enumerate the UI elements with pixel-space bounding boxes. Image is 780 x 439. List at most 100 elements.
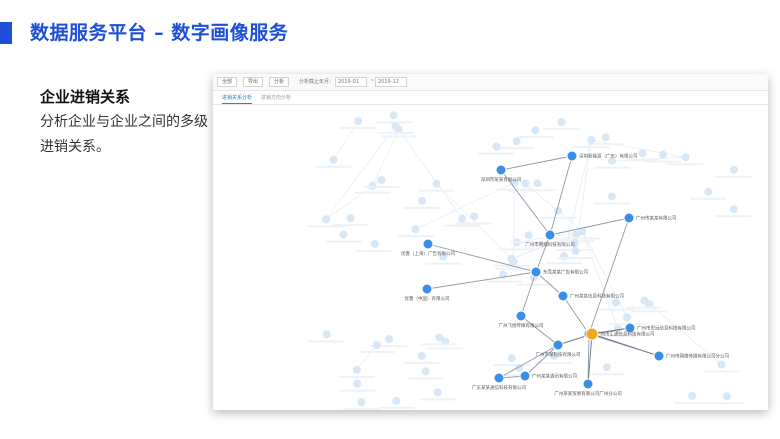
company-node-dot	[623, 212, 635, 224]
background-node	[512, 137, 521, 146]
company-node[interactable]: 广州飞扬传媒有限公司	[499, 310, 544, 329]
relationship-graph[interactable]: 深圳新能源（广东）有限公司 深圳市某某有限公司 广州市某某有限公司 广州市网络科技有限…	[213, 105, 768, 410]
relation-edge	[535, 234, 551, 273]
background-edge	[398, 129, 463, 219]
company-node[interactable]: 广州某某通讯有限公司	[519, 370, 577, 382]
company-node-label: 广东某某通信科技有限公司	[472, 384, 526, 391]
background-node-label	[485, 280, 522, 283]
background-node-label	[339, 389, 376, 392]
feature-description: 分析企业与企业之间的多级进销关系。	[40, 114, 208, 155]
background-node	[554, 206, 563, 215]
analyze-button[interactable]: 分析	[269, 77, 290, 87]
background-node-label	[703, 370, 740, 373]
company-node[interactable]: 深圳市某某有限公司	[481, 164, 522, 183]
background-node	[377, 175, 386, 184]
background-node-label	[498, 147, 535, 150]
background-node-label	[358, 351, 395, 354]
background-node-label	[356, 249, 393, 252]
selected-company-node[interactable]	[585, 327, 599, 341]
export-button[interactable]: 导出	[243, 77, 264, 87]
background-node	[524, 231, 533, 240]
company-node-dot	[552, 339, 564, 351]
tab-direction-analysis[interactable]: 进销方向分析	[261, 94, 291, 103]
background-node-label	[427, 347, 464, 350]
company-node-label: 广州某某贸易有限公司广州分公司	[554, 390, 622, 397]
company-node-label: 广州市汇通信息科技有限公司	[596, 331, 655, 338]
background-node-label	[444, 224, 481, 227]
date-from-input[interactable]: 2019-01	[335, 77, 367, 87]
company-node[interactable]: 广州市某科技有限公司	[536, 339, 581, 358]
background-node	[521, 179, 530, 188]
background-node-label	[340, 127, 377, 130]
background-node-label	[715, 175, 752, 178]
background-node	[658, 150, 667, 159]
background-node	[370, 239, 379, 248]
background-node-label	[543, 127, 580, 130]
background-node-label	[517, 136, 554, 139]
tab-bar: 进销关系分析 进销方向分析	[213, 91, 768, 105]
background-node	[557, 117, 566, 126]
background-node	[587, 136, 596, 145]
company-node-label: 广州市网络科技有限公司	[525, 241, 575, 248]
background-node-label	[325, 240, 362, 243]
background-node	[368, 181, 377, 190]
company-node-dot	[493, 372, 505, 384]
background-node	[411, 225, 420, 234]
date-separator: ~	[370, 78, 375, 84]
company-node-dot	[530, 266, 542, 278]
background-node	[571, 247, 580, 256]
background-node-label	[515, 283, 552, 286]
company-node-dot	[653, 350, 665, 362]
company-node-dot	[515, 310, 527, 322]
company-node[interactable]: 优鲁（上海）广告有限公司	[401, 238, 455, 257]
company-node[interactable]: 广州市网络传媒有限公司分公司	[653, 350, 729, 362]
company-node-label: 广州某某通讯有限公司	[532, 373, 577, 380]
background-node	[357, 398, 366, 407]
background-node-label	[338, 375, 375, 378]
date-to-input[interactable]: 2019-12	[375, 77, 407, 87]
background-node	[432, 179, 441, 188]
background-node-label	[403, 361, 440, 364]
background-node	[417, 351, 426, 360]
background-node-label	[397, 235, 434, 238]
background-node-label	[715, 215, 752, 218]
company-node-label: 广州市思远信息科技有限公司	[637, 325, 696, 332]
company-node-label: 优鲁（中国）有限公司	[405, 295, 450, 302]
background-node	[729, 205, 738, 214]
background-node-label	[498, 248, 535, 251]
background-node	[533, 179, 542, 188]
company-node[interactable]: 广州市某某有限公司	[623, 212, 677, 224]
company-node[interactable]: 东莞某某广告有限公司	[530, 266, 588, 278]
background-node-label	[667, 163, 704, 166]
background-node	[346, 214, 355, 223]
background-node	[559, 252, 568, 261]
background-node	[681, 153, 690, 162]
background-node-label	[545, 262, 582, 265]
background-node	[607, 192, 616, 201]
background-node-label	[407, 377, 444, 380]
background-edge	[436, 183, 512, 260]
background-edge	[356, 344, 378, 371]
background-node	[717, 360, 726, 369]
company-node-label: 广州某某信息科技有限公司	[570, 293, 624, 300]
tab-relation-analysis[interactable]: 进销关系分析	[222, 94, 253, 104]
background-edge	[333, 120, 359, 160]
background-node	[688, 391, 697, 400]
background-node	[531, 126, 540, 135]
background-node-label	[363, 185, 400, 188]
background-node	[492, 142, 501, 151]
relation-edge	[562, 295, 590, 335]
background-node-label	[308, 340, 345, 343]
background-node-label	[557, 257, 594, 260]
background-node	[339, 230, 348, 239]
company-node[interactable]: 广州某某贸易有限公司广州分公司	[554, 378, 622, 397]
toolbar: 全部 导出 分析 分析截止年月： 2019-01 ~ 2019-12	[213, 74, 768, 91]
background-node-label	[535, 361, 572, 364]
background-node-label	[493, 364, 530, 367]
all-button[interactable]: 全部	[217, 77, 238, 87]
background-node-label	[418, 189, 455, 192]
background-node-label	[354, 191, 391, 194]
relation-edge	[500, 155, 573, 171]
app-screenshot: 全部 导出 分析 分析截止年月： 2019-01 ~ 2019-12 进销关系分…	[213, 74, 768, 410]
company-node-dot	[519, 370, 531, 382]
